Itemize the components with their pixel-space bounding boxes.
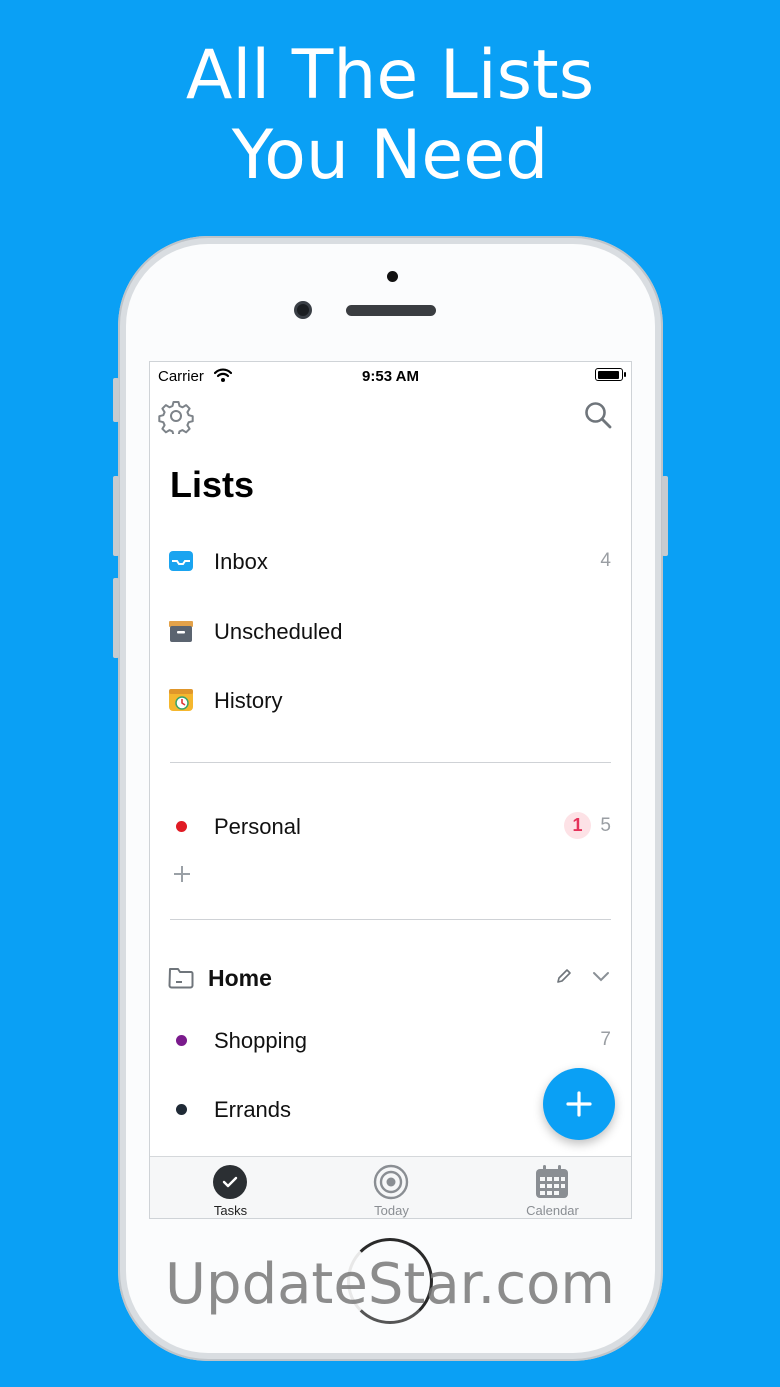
list-row-shopping[interactable]: Shopping 7 bbox=[150, 1015, 631, 1065]
status-bar: Carrier 9:53 AM bbox=[150, 362, 631, 390]
list-label: Errands bbox=[214, 1097, 292, 1122]
folder-icon bbox=[168, 968, 194, 989]
earpiece-speaker bbox=[346, 305, 436, 316]
list-row-inbox[interactable]: Inbox 4 bbox=[150, 536, 631, 586]
list-color-dot bbox=[176, 1035, 187, 1046]
search-icon[interactable] bbox=[583, 400, 613, 430]
section-divider bbox=[170, 762, 611, 763]
app-screen: Carrier 9:53 AM Lists Inbox 4 Unschedule… bbox=[149, 361, 632, 1219]
overdue-badge: 1 bbox=[564, 812, 591, 839]
status-time: 9:53 AM bbox=[362, 368, 419, 385]
watermark: UpdateStar.com bbox=[165, 1252, 615, 1317]
tab-bar: Tasks Today Calendar bbox=[150, 1156, 631, 1218]
calendar-icon bbox=[536, 1165, 568, 1198]
pencil-icon[interactable] bbox=[555, 967, 573, 985]
proximity-sensor bbox=[387, 271, 398, 282]
folder-row-home[interactable]: Home bbox=[150, 952, 631, 1002]
mute-switch bbox=[113, 378, 119, 422]
target-icon bbox=[373, 1164, 409, 1200]
headline-line-1: All The Lists bbox=[185, 36, 595, 115]
list-label: Personal bbox=[214, 814, 301, 839]
front-camera bbox=[294, 301, 312, 319]
list-count: 7 bbox=[600, 1029, 611, 1050]
volume-down-button bbox=[113, 578, 119, 658]
list-row-unscheduled[interactable]: Unscheduled bbox=[150, 606, 631, 656]
plus-icon bbox=[566, 1091, 592, 1117]
list-count: 5 bbox=[600, 815, 611, 836]
history-calendar-icon bbox=[169, 689, 193, 711]
gear-icon[interactable] bbox=[158, 398, 194, 434]
list-row-personal[interactable]: Personal 1 5 bbox=[150, 801, 631, 851]
folder-label: Home bbox=[208, 965, 272, 991]
battery-icon bbox=[595, 368, 626, 381]
list-row-history[interactable]: History bbox=[150, 675, 631, 725]
tab-calendar[interactable]: Calendar bbox=[472, 1157, 631, 1218]
archive-box-icon bbox=[169, 621, 193, 642]
section-divider bbox=[170, 919, 611, 920]
tab-label: Today bbox=[374, 1203, 409, 1218]
battery-fill bbox=[597, 370, 620, 379]
marketing-headline: All The Lists You Need bbox=[0, 36, 780, 196]
add-list-icon[interactable] bbox=[172, 864, 192, 884]
list-label: Shopping bbox=[214, 1028, 307, 1053]
headline-line-2: You Need bbox=[231, 116, 549, 195]
volume-up-button bbox=[113, 476, 119, 556]
chevron-down-icon[interactable] bbox=[591, 966, 611, 986]
checkmark-circle-icon bbox=[213, 1165, 247, 1199]
tab-label: Tasks bbox=[213, 1203, 248, 1218]
list-color-dot bbox=[176, 821, 187, 832]
list-label: Unscheduled bbox=[214, 619, 343, 644]
tab-today[interactable]: Today bbox=[311, 1157, 472, 1218]
page-title: Lists bbox=[170, 464, 255, 505]
tab-tasks[interactable]: Tasks bbox=[150, 1157, 311, 1218]
power-button bbox=[662, 476, 668, 556]
list-count: 4 bbox=[600, 550, 611, 571]
tab-label: Calendar bbox=[526, 1203, 579, 1218]
add-task-button[interactable] bbox=[543, 1068, 615, 1140]
inbox-tray-icon bbox=[169, 551, 193, 571]
list-label: Inbox bbox=[214, 549, 268, 574]
list-label: History bbox=[214, 688, 283, 713]
list-color-dot bbox=[176, 1104, 187, 1115]
